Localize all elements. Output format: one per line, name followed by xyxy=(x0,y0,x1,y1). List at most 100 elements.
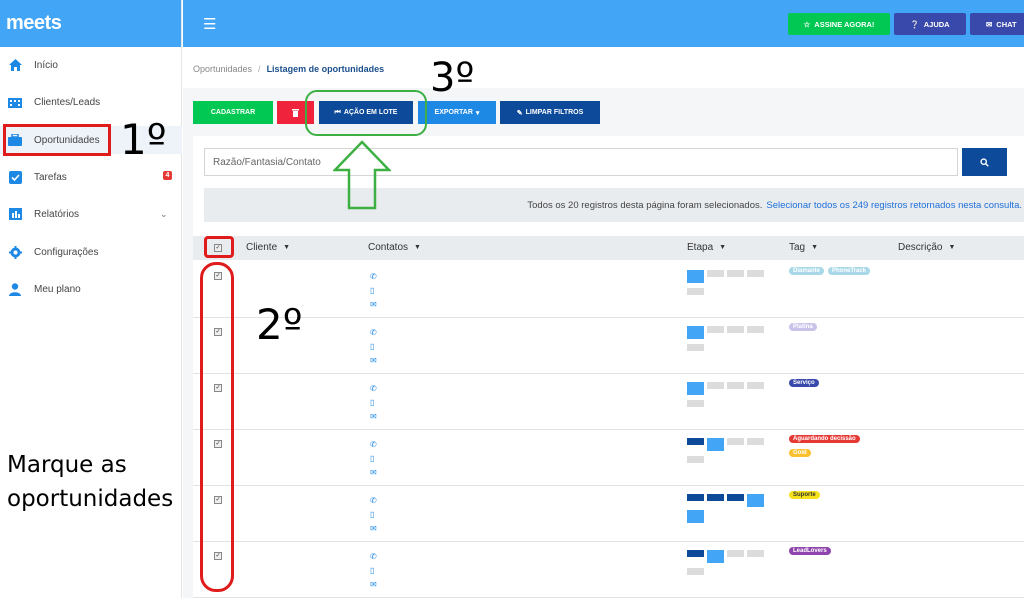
table-row[interactable]: ✓ ✆ ▯ ✉ Diamante PhoneTrack xyxy=(193,262,1024,318)
stage-segment xyxy=(727,326,744,333)
column-label: Cliente xyxy=(246,242,278,253)
stage-segment xyxy=(687,438,704,445)
column-descricao[interactable]: Descrição ▼ xyxy=(898,242,955,253)
table-row[interactable]: ✓ ✆ ▯ ✉ Suporte xyxy=(193,486,1024,542)
row-tag: Aguardando decissão xyxy=(789,435,860,443)
column-label: Etapa xyxy=(687,242,714,253)
menu-icon[interactable]: ☰ xyxy=(203,15,216,33)
table-row[interactable]: ✓ ✆ ▯ ✉ Serviço xyxy=(193,374,1024,430)
table-row[interactable]: ✓ ✆ ▯ ✉ Aguardando decissão Gold xyxy=(193,430,1024,486)
trash-icon xyxy=(292,108,299,117)
mobile-icon[interactable]: ▯ xyxy=(370,452,380,466)
sidebar-item-inicio[interactable]: Início xyxy=(0,51,182,79)
mail-icon[interactable]: ✉ xyxy=(370,410,380,424)
breadcrumb-root[interactable]: Oportunidades xyxy=(193,64,252,74)
phone-icon[interactable]: ✆ xyxy=(370,326,380,340)
search-input[interactable]: Razão/Fantasia/Contato xyxy=(204,148,958,176)
caret-down-icon: ▾ xyxy=(475,109,480,117)
column-cliente[interactable]: Cliente ▼ xyxy=(246,242,290,253)
stage-segment xyxy=(687,344,704,351)
annotation-box-select-all xyxy=(204,236,234,258)
mail-icon[interactable]: ✉ xyxy=(370,466,380,480)
top-bar: ☰ ☆ ASSINE AGORA! ❔ AJUDA ✉ CHAT xyxy=(183,0,1024,47)
row-tag: Platina xyxy=(789,323,817,331)
question-icon: ❔ xyxy=(910,19,920,29)
mail-icon[interactable]: ✉ xyxy=(370,354,380,368)
row-tag: PhoneTrack xyxy=(828,267,871,275)
stage-segment xyxy=(707,270,724,277)
stage-segment xyxy=(747,326,764,333)
phone-icon[interactable]: ✆ xyxy=(370,382,380,396)
column-label: Contatos xyxy=(368,242,409,253)
column-tag[interactable]: Tag ▼ xyxy=(789,242,818,253)
mail-icon[interactable]: ✉ xyxy=(370,298,380,312)
cadastrar-button[interactable]: CADASTRAR xyxy=(193,101,273,124)
annotation-step-3: 3º xyxy=(430,55,475,101)
limpar-filtros-button[interactable]: ✎ LIMPAR FILTROS xyxy=(500,101,600,124)
mobile-icon[interactable]: ▯ xyxy=(370,396,380,410)
column-etapa[interactable]: Etapa ▼ xyxy=(687,242,726,253)
column-contatos[interactable]: Contatos ▼ xyxy=(368,242,421,253)
ajuda-button[interactable]: ❔ AJUDA xyxy=(894,13,966,35)
caret-down-icon: ▼ xyxy=(948,244,956,251)
stage-segment xyxy=(747,550,764,557)
stage-segment xyxy=(727,270,744,277)
app-logo[interactable]: meets xyxy=(0,0,181,47)
stage-segment xyxy=(687,382,704,395)
stage-segment xyxy=(727,550,744,557)
row-contacts: ✆ ▯ ✉ xyxy=(370,382,380,424)
sidebar-item-configuracoes[interactable]: Configurações xyxy=(0,238,182,266)
row-tag: Serviço xyxy=(789,379,819,387)
assine-agora-button[interactable]: ☆ ASSINE AGORA! xyxy=(788,13,890,35)
annotation-arrow-up-icon xyxy=(333,140,391,210)
exportar-button[interactable]: EXPORTAR ▾ xyxy=(418,101,496,124)
sidebar-item-label: Meu plano xyxy=(34,283,81,295)
mobile-icon[interactable]: ▯ xyxy=(370,508,380,522)
mobile-icon[interactable]: ▯ xyxy=(370,340,380,354)
phone-icon[interactable]: ✆ xyxy=(370,270,380,284)
stage-segment xyxy=(707,550,724,563)
star-icon: ☆ xyxy=(803,19,811,29)
row-contacts: ✆ ▯ ✉ xyxy=(370,494,380,536)
mail-icon[interactable]: ✉ xyxy=(370,522,380,536)
row-stage-progress xyxy=(687,438,769,468)
search-button[interactable] xyxy=(962,148,1007,176)
sidebar-item-clientes[interactable]: Clientes/Leads xyxy=(0,88,182,116)
sidebar-item-tarefas[interactable]: Tarefas 4 xyxy=(0,163,182,191)
annotation-step-1: 1º xyxy=(120,115,167,164)
chat-button[interactable]: ✉ CHAT xyxy=(970,13,1024,35)
phone-icon[interactable]: ✆ xyxy=(370,550,380,564)
sidebar-item-label: Relatórios xyxy=(34,208,80,220)
stage-segment xyxy=(687,550,704,557)
stage-segment xyxy=(687,270,704,283)
mail-icon[interactable]: ✉ xyxy=(370,578,380,592)
sidebar-item-label: Clientes/Leads xyxy=(34,96,101,108)
phone-icon[interactable]: ✆ xyxy=(370,494,380,508)
row-stage-progress xyxy=(687,494,769,524)
mobile-icon[interactable]: ▯ xyxy=(370,284,380,298)
row-stage-progress xyxy=(687,326,769,356)
phone-icon[interactable]: ✆ xyxy=(370,438,380,452)
stage-segment xyxy=(707,494,724,501)
table-row[interactable]: ✓ ✆ ▯ ✉ Platina xyxy=(193,318,1024,374)
select-all-link[interactable]: Selecionar todos os 249 registros retorn… xyxy=(766,200,1022,211)
annotation-box-row-checkboxes xyxy=(200,262,234,592)
annotation-box-oportunidades xyxy=(3,124,111,156)
sidebar-item-meu-plano[interactable]: Meu plano xyxy=(0,275,182,303)
stage-segment xyxy=(687,400,704,407)
caret-down-icon: ▼ xyxy=(283,244,291,251)
annotation-step-2: 2º xyxy=(256,300,303,349)
row-stage-progress xyxy=(687,382,769,412)
mobile-icon[interactable]: ▯ xyxy=(370,564,380,578)
chevron-down-icon[interactable]: ⌄ xyxy=(160,209,168,220)
sidebar-item-relatorios[interactable]: Relatórios ⌄ xyxy=(0,200,182,228)
table-row[interactable]: ✓ ✆ ▯ ✉ LeadLovers xyxy=(193,542,1024,598)
eraser-icon: ✎ xyxy=(516,109,523,117)
sidebar-item-label: Início xyxy=(34,59,58,71)
sidebar-item-label: Tarefas xyxy=(34,171,67,183)
stage-segment xyxy=(687,456,704,463)
caret-down-icon: ▼ xyxy=(719,244,727,251)
user-icon xyxy=(8,282,22,296)
chat-bubble-icon: ✉ xyxy=(986,19,993,29)
row-tag: Diamante xyxy=(789,267,825,275)
